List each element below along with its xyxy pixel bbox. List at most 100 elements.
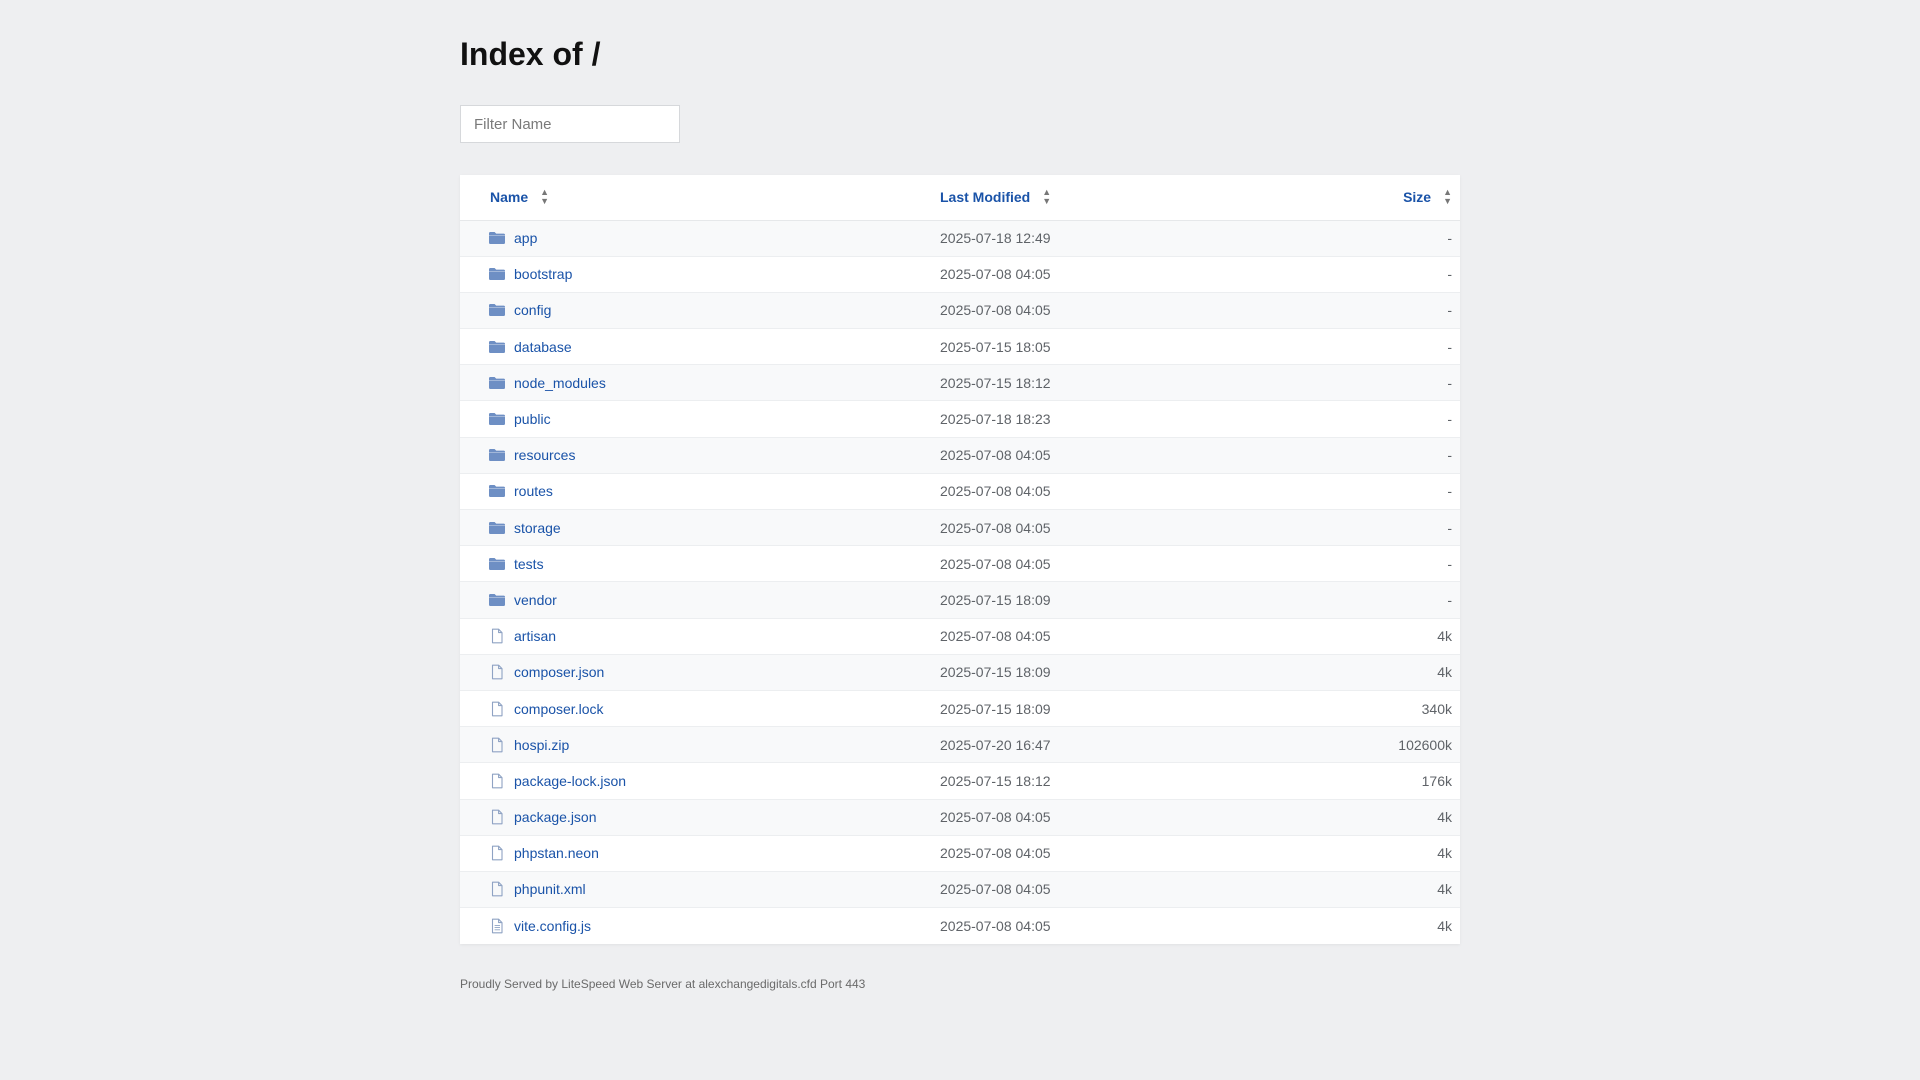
cell-name: vite.config.js xyxy=(460,908,940,944)
file-link[interactable]: hospi.zip xyxy=(514,737,569,753)
table-row: composer.json 2025-07-15 18:09 4k xyxy=(460,654,1460,691)
folder-icon xyxy=(488,447,506,463)
cell-name: phpstan.neon xyxy=(460,835,940,871)
table-row: config 2025-07-08 04:05 - xyxy=(460,292,1460,329)
table-row: app 2025-07-18 12:49 - xyxy=(460,220,1460,257)
file-icon xyxy=(488,628,506,644)
sort-by-size-link[interactable]: Size xyxy=(1403,189,1431,205)
cell-size: 4k xyxy=(1437,881,1452,898)
cell-name: app xyxy=(460,220,940,256)
cell-last-modified: 2025-07-18 12:49 xyxy=(940,230,1051,247)
cell-size: 176k xyxy=(1421,772,1452,789)
table-row: node_modules 2025-07-15 18:12 - xyxy=(460,364,1460,401)
file-link[interactable]: composer.json xyxy=(514,664,604,680)
cell-size: 4k xyxy=(1437,664,1452,681)
file-link[interactable]: vite.config.js xyxy=(514,918,591,934)
folder-icon xyxy=(488,230,506,246)
cell-size: - xyxy=(1447,519,1452,536)
cell-name: public xyxy=(460,401,940,437)
cell-size: 4k xyxy=(1437,628,1452,645)
cell-name: composer.json xyxy=(460,654,940,690)
folder-icon xyxy=(488,339,506,355)
cell-last-modified: 2025-07-15 18:09 xyxy=(940,664,1051,681)
folder-link[interactable]: public xyxy=(514,411,551,427)
table-row: artisan 2025-07-08 04:05 4k xyxy=(460,618,1460,655)
cell-last-modified: 2025-07-15 18:12 xyxy=(940,772,1051,789)
folder-icon xyxy=(488,411,506,427)
cell-last-modified: 2025-07-08 04:05 xyxy=(940,555,1051,572)
header-name: Name ▲ ▼ xyxy=(460,175,940,221)
folder-icon xyxy=(488,556,506,572)
file-link[interactable]: package-lock.json xyxy=(514,773,626,789)
cell-size: - xyxy=(1447,338,1452,355)
folder-icon xyxy=(488,375,506,391)
folder-link[interactable]: database xyxy=(514,339,572,355)
cell-last-modified: 2025-07-18 18:23 xyxy=(940,411,1051,428)
cell-last-modified: 2025-07-15 18:09 xyxy=(940,700,1051,717)
table-body: app 2025-07-18 12:49 - bootstrap 2025-07-08 … xyxy=(460,220,1460,944)
cell-last-modified: 2025-07-08 04:05 xyxy=(940,519,1051,536)
file-link[interactable]: package.json xyxy=(514,809,597,825)
table-row: storage 2025-07-08 04:05 - xyxy=(460,509,1460,546)
cell-last-modified: 2025-07-15 18:05 xyxy=(940,338,1051,355)
cell-size: 4k xyxy=(1437,845,1452,862)
sort-icon[interactable]: ▲ ▼ xyxy=(1443,188,1452,206)
table-row: database 2025-07-15 18:05 - xyxy=(460,328,1460,365)
filter-name-input[interactable] xyxy=(460,105,680,143)
table-row: bootstrap 2025-07-08 04:05 - xyxy=(460,256,1460,293)
folder-link[interactable]: vendor xyxy=(514,592,557,608)
table-row: vendor 2025-07-15 18:09 - xyxy=(460,581,1460,619)
file-icon xyxy=(488,701,506,717)
folder-link[interactable]: config xyxy=(514,302,551,318)
table-row: public 2025-07-18 18:23 - xyxy=(460,400,1460,438)
folder-link[interactable]: storage xyxy=(514,520,561,536)
cell-last-modified: 2025-07-15 18:09 xyxy=(940,591,1051,608)
file-icon xyxy=(488,881,506,897)
folder-link[interactable]: routes xyxy=(514,483,553,499)
cell-last-modified: 2025-07-08 04:05 xyxy=(940,881,1051,898)
sort-by-name-link[interactable]: Name xyxy=(490,189,528,205)
folder-icon xyxy=(488,520,506,536)
cell-last-modified: 2025-07-08 04:05 xyxy=(940,302,1051,319)
cell-size: - xyxy=(1447,266,1452,283)
page-title: Index of / xyxy=(460,36,601,72)
cell-last-modified: 2025-07-08 04:05 xyxy=(940,809,1051,826)
cell-size: - xyxy=(1447,374,1452,391)
table-row: phpunit.xml 2025-07-08 04:05 4k xyxy=(460,871,1460,908)
cell-last-modified: 2025-07-08 04:05 xyxy=(940,917,1051,934)
folder-link[interactable]: bootstrap xyxy=(514,266,572,282)
sort-icon[interactable]: ▲ ▼ xyxy=(540,188,549,206)
cell-name: database xyxy=(460,329,940,365)
cell-size: - xyxy=(1447,483,1452,500)
cell-name: package.json xyxy=(460,799,940,835)
file-link[interactable]: phpunit.xml xyxy=(514,881,586,897)
folder-link[interactable]: resources xyxy=(514,447,575,463)
table-row: resources 2025-07-08 04:05 - xyxy=(460,437,1460,474)
table-row: phpstan.neon 2025-07-08 04:05 4k xyxy=(460,835,1460,872)
table-header: Name ▲ ▼ Last Modified ▲ ▼ Size ▲ ▼ xyxy=(460,175,1460,221)
sort-by-last-modified-link[interactable]: Last Modified xyxy=(940,189,1030,205)
file-link[interactable]: composer.lock xyxy=(514,701,603,717)
file-text-icon xyxy=(488,918,506,934)
cell-name: resources xyxy=(460,437,940,473)
cell-name: bootstrap xyxy=(460,256,940,292)
folder-link[interactable]: tests xyxy=(514,556,544,572)
file-link[interactable]: phpstan.neon xyxy=(514,845,599,861)
cell-last-modified: 2025-07-20 16:47 xyxy=(940,736,1051,753)
folder-link[interactable]: app xyxy=(514,230,537,246)
file-link[interactable]: artisan xyxy=(514,628,556,644)
table-row: composer.lock 2025-07-15 18:09 340k xyxy=(460,690,1460,727)
cell-size: 340k xyxy=(1421,700,1452,717)
cell-last-modified: 2025-07-08 04:05 xyxy=(940,628,1051,645)
cell-name: composer.lock xyxy=(460,690,940,726)
header-row: Name ▲ ▼ Last Modified ▲ ▼ Size ▲ ▼ xyxy=(460,175,1460,221)
folder-link[interactable]: node_modules xyxy=(514,375,606,391)
cell-name: storage xyxy=(460,510,940,546)
cell-name: node_modules xyxy=(460,365,940,401)
cell-size: - xyxy=(1447,411,1452,428)
file-icon xyxy=(488,737,506,753)
sort-icon[interactable]: ▲ ▼ xyxy=(1042,188,1051,206)
folder-icon xyxy=(488,266,506,282)
cell-name: config xyxy=(460,292,940,328)
server-footer: Proudly Served by LiteSpeed Web Server a… xyxy=(460,976,866,991)
